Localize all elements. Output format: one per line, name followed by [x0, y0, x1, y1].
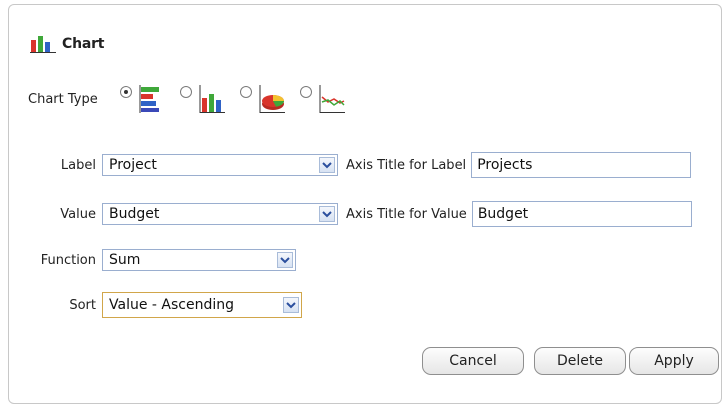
chart-type-option-line[interactable] [299, 84, 346, 114]
page-title: Chart [62, 36, 105, 52]
chart-type-option-pie[interactable] [239, 84, 286, 114]
label-field-label: Label [60, 157, 96, 173]
axis-title-label-field-label: Axis Title for Label [346, 157, 467, 173]
apply-button[interactable]: Apply [629, 347, 719, 375]
label-row: Label Project Axis Title for Label Proje… [0, 152, 692, 178]
radio-line[interactable] [299, 86, 312, 98]
axis-title-value-input[interactable]: Budget [471, 201, 692, 227]
line-chart-icon[interactable] [318, 84, 346, 114]
delete-button[interactable]: Delete [534, 347, 626, 375]
vertical-bar-chart-icon[interactable] [198, 84, 226, 114]
bar-chart-icon [30, 31, 56, 57]
chart-type-option-vertical-bar[interactable] [179, 84, 226, 114]
value-field-label: Value [60, 206, 96, 222]
axis-title-value-field-label: Axis Title for Value [346, 206, 467, 222]
chevron-down-icon[interactable] [319, 157, 335, 173]
chevron-down-icon[interactable] [283, 297, 299, 313]
sort-select[interactable]: Value - Ascending [102, 292, 302, 318]
axis-title-label-value: Projects [477, 157, 533, 173]
chart-type-option-horizontal-bar[interactable] [119, 84, 166, 114]
function-row: Function Sum [0, 249, 296, 271]
horizontal-bar-chart-icon[interactable] [138, 84, 166, 114]
value-select[interactable]: Budget [102, 203, 338, 225]
function-select-value: Sum [109, 252, 141, 268]
value-select-value: Budget [109, 206, 160, 222]
value-row: Value Budget Axis Title for Value Budget [0, 201, 692, 227]
panel-header: Chart [30, 31, 104, 57]
function-select[interactable]: Sum [102, 249, 296, 271]
axis-title-value-value: Budget [477, 206, 529, 222]
label-select-value: Project [109, 157, 157, 173]
cancel-button[interactable]: Cancel [422, 347, 524, 375]
chevron-down-icon[interactable] [319, 206, 335, 222]
sort-field-label: Sort [69, 297, 96, 313]
sort-select-value: Value - Ascending [109, 297, 234, 313]
axis-title-label-input[interactable]: Projects [471, 152, 692, 178]
radio-horizontal-bar[interactable] [119, 86, 132, 98]
chevron-down-icon[interactable] [277, 252, 293, 268]
function-field-label: Function [40, 252, 96, 268]
sort-row: Sort Value - Ascending [0, 292, 302, 318]
radio-vertical-bar[interactable] [179, 86, 192, 98]
pie-chart-icon[interactable] [258, 84, 286, 114]
label-select[interactable]: Project [102, 154, 338, 176]
radio-pie[interactable] [239, 86, 252, 98]
chart-type-row: Chart Type [28, 84, 346, 114]
chart-type-label: Chart Type [28, 91, 98, 107]
